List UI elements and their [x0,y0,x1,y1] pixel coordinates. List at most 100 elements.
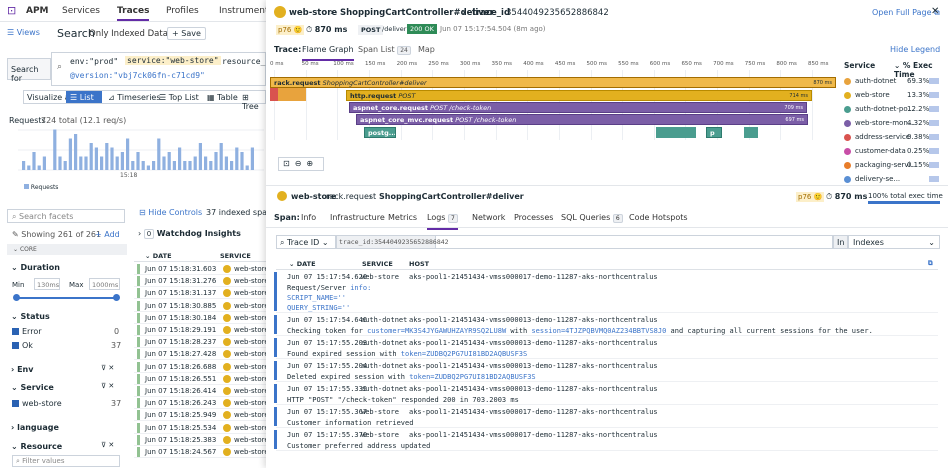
hide-legend-link[interactable]: Hide Legend [890,45,940,54]
min-input[interactable]: 130ms [34,278,60,290]
nav-traces[interactable]: Traces [117,6,150,21]
log-col-date[interactable]: ⌄ DATE [289,260,316,268]
log-row[interactable]: Jun 07 15:17:55.203 auth-dotnet aks-pool1-… [274,337,938,359]
table-row[interactable]: Jun 07 15:18:26.414 web-store [134,385,274,397]
flame-span-fragment[interactable] [278,88,306,101]
save-button[interactable]: + Save [167,27,206,40]
flame-span-fragment[interactable] [656,127,696,138]
resource-facet[interactable]: ⌄ Resource [11,442,62,451]
table-row[interactable]: Jun 07 15:18:31.603 web-store [134,263,274,275]
log-row[interactable]: Jun 07 15:17:55.367 web-store aks-pool1-21… [274,406,938,428]
flame-span[interactable]: rack.request ShoppingCartController#deli… [270,77,836,88]
table-row[interactable]: Jun 07 15:18:25.949 web-store [134,409,274,422]
resource-filter-icon[interactable]: ⊽ ✕ [101,441,114,449]
index-select[interactable]: Indexes ⌄ [848,235,940,249]
table-row[interactable]: Jun 07 15:18:25.534 web-store [134,422,274,434]
external-link-icon[interactable]: ⧉ [928,259,933,268]
table-row[interactable]: Jun 07 15:18:26.688 web-store [134,361,274,373]
tab-infrastructure[interactable]: Infrastructure [330,213,385,222]
log-row[interactable]: Jun 07 15:17:55.370 web-store aks-pool1-21… [274,429,938,451]
nav-profiles[interactable]: Profiles [166,6,199,16]
table-row[interactable]: Jun 07 15:18:26.243 web-store [134,397,274,410]
table-row[interactable]: Jun 07 15:18:31.276 web-store [134,275,274,288]
watchdog-toggle[interactable]: › 0 Watchdog Insights [138,229,241,239]
legend-row[interactable]: web-store 13.3% [844,89,944,103]
flame-span[interactable]: aspnet_core.request POST /check-token 709… [349,102,807,113]
duration-slider-min-handle[interactable] [13,294,20,301]
core-section[interactable]: ⌄ CORE [7,244,127,255]
table-row[interactable]: Jun 07 15:18:31.137 web-store [134,287,274,300]
legend-row[interactable]: customer-data 0.25% [844,145,944,159]
tab-info[interactable]: Info [301,213,316,222]
status-ok-checkbox[interactable]: Ok [12,341,33,350]
table-row[interactable]: Jun 07 15:18:30.184 web-store [134,312,274,324]
log-row[interactable]: Jun 07 15:17:54.620 web-store aks-pool1-21… [274,271,938,313]
tab-map[interactable]: Map [418,45,435,54]
env-filter-icon[interactable]: ⊽ ✕ [101,364,114,372]
duration-slider-max-handle[interactable] [113,294,120,301]
table-row[interactable]: Jun 07 15:18:30.885 web-store [134,300,274,312]
views-button[interactable]: ☰ Views [7,28,40,37]
flame-span[interactable]: postg... [364,127,396,138]
table-row[interactable]: Jun 07 15:18:28.237 web-store [134,336,274,349]
duration-slider[interactable] [16,297,116,299]
crumb-trace[interactable]: trace_id [472,8,510,18]
log-row[interactable]: Jun 07 15:17:54.646 auth-dotnet aks-pool1-… [274,314,938,336]
table-row[interactable]: Jun 07 15:18:26.551 web-store [134,373,274,385]
log-row[interactable]: Jun 07 15:17:55.335 auth-dotnet aks-pool1-… [274,383,938,405]
facet-search-input[interactable]: ⌕ Search facets [7,209,125,223]
tab-flame-graph[interactable]: Flame Graph [302,45,354,61]
search-mode[interactable]: Only Indexed Data [89,29,168,39]
tab-code-hotspots[interactable]: Code Hotspots [629,213,688,222]
flame-span[interactable]: p [706,127,722,138]
tab-processes[interactable]: Processes [514,213,553,222]
resource-filter-input[interactable]: ⌕ Filter values [12,455,120,467]
service-facet[interactable]: ⌄ Service [11,383,54,392]
col-date[interactable]: ⌄ DATE [145,252,172,260]
table-row[interactable]: Jun 07 15:18:29.191 web-store [134,324,274,336]
tab-tree[interactable]: ⊞ Tree [242,93,265,111]
legend-service-header[interactable]: Service [844,61,875,70]
legend-row[interactable]: auth-dotnet 69.3% [844,75,944,89]
tab-list[interactable]: ☰ List [66,91,102,103]
tab-network[interactable]: Network [472,213,505,222]
nav-services[interactable]: Services [62,6,100,16]
span-resource[interactable]: ShoppingCartController#deliver [379,192,524,201]
query-input[interactable]: ⌕ env:"prod" service:"web-store" resourc… [51,52,270,86]
legend-row[interactable]: packaging-servi... 0.15% [844,159,944,173]
zoom-controls[interactable]: ⊡⊖⊕ [278,157,324,171]
duration-facet[interactable]: ⌄ Duration [11,263,60,272]
log-search-input[interactable] [436,235,833,249]
language-facet[interactable]: › language [11,423,59,432]
env-facet[interactable]: › Env [11,365,33,374]
flame-span[interactable]: aspnet_core_mvc.request POST /check-toke… [356,114,808,125]
tab-timeseries[interactable]: ⊿ Timeseries [108,93,161,102]
trace-id-select[interactable]: ⌕ Trace ID ⌄ [276,235,336,249]
legend-row[interactable]: web-store-mon... 4.32% [844,117,944,131]
close-icon[interactable]: ✕ [931,6,939,17]
col-service[interactable]: SERVICE [220,252,251,260]
table-row[interactable]: Jun 07 15:18:24.567 web-store [134,446,274,458]
trace-id-filter-value[interactable]: trace_id:3544049235652886842 [336,235,449,249]
legend-row[interactable]: address-service 0.38% [844,131,944,145]
tab-sql-queries[interactable]: SQL Queries 6 [561,213,623,223]
log-col-service[interactable]: SERVICE [362,260,393,268]
hide-controls-button[interactable]: ⊟ Hide Controls [139,208,202,217]
status-facet[interactable]: ⌄ Status [11,312,50,321]
flame-span-fragment[interactable] [744,127,758,138]
log-row[interactable]: Jun 07 15:17:55.204 auth-dotnet aks-pool1-… [274,360,938,382]
table-row[interactable]: Jun 07 15:18:25.383 web-store [134,434,274,446]
apm-logo-icon[interactable]: ⊡ [7,4,16,17]
tab-table[interactable]: ▦ Table [207,93,238,102]
tab-span-list[interactable]: Span List 24 [358,45,411,55]
flame-span-fragment[interactable] [270,88,278,101]
flame-span[interactable]: http.request POST 714 ms [346,90,812,101]
table-row[interactable]: Jun 07 15:18:27.428 web-store [134,348,274,361]
max-input[interactable]: 1000ms [89,278,120,290]
log-col-host[interactable]: HOST [409,260,429,268]
service-filter-icon[interactable]: ⊽ ✕ [101,382,114,390]
status-error-checkbox[interactable]: Error [12,327,42,336]
tab-metrics[interactable]: Metrics [388,213,417,222]
add-facet-button[interactable]: + Add [95,230,120,239]
crumb-resource[interactable]: ShoppingCartController#deliver [340,8,494,18]
